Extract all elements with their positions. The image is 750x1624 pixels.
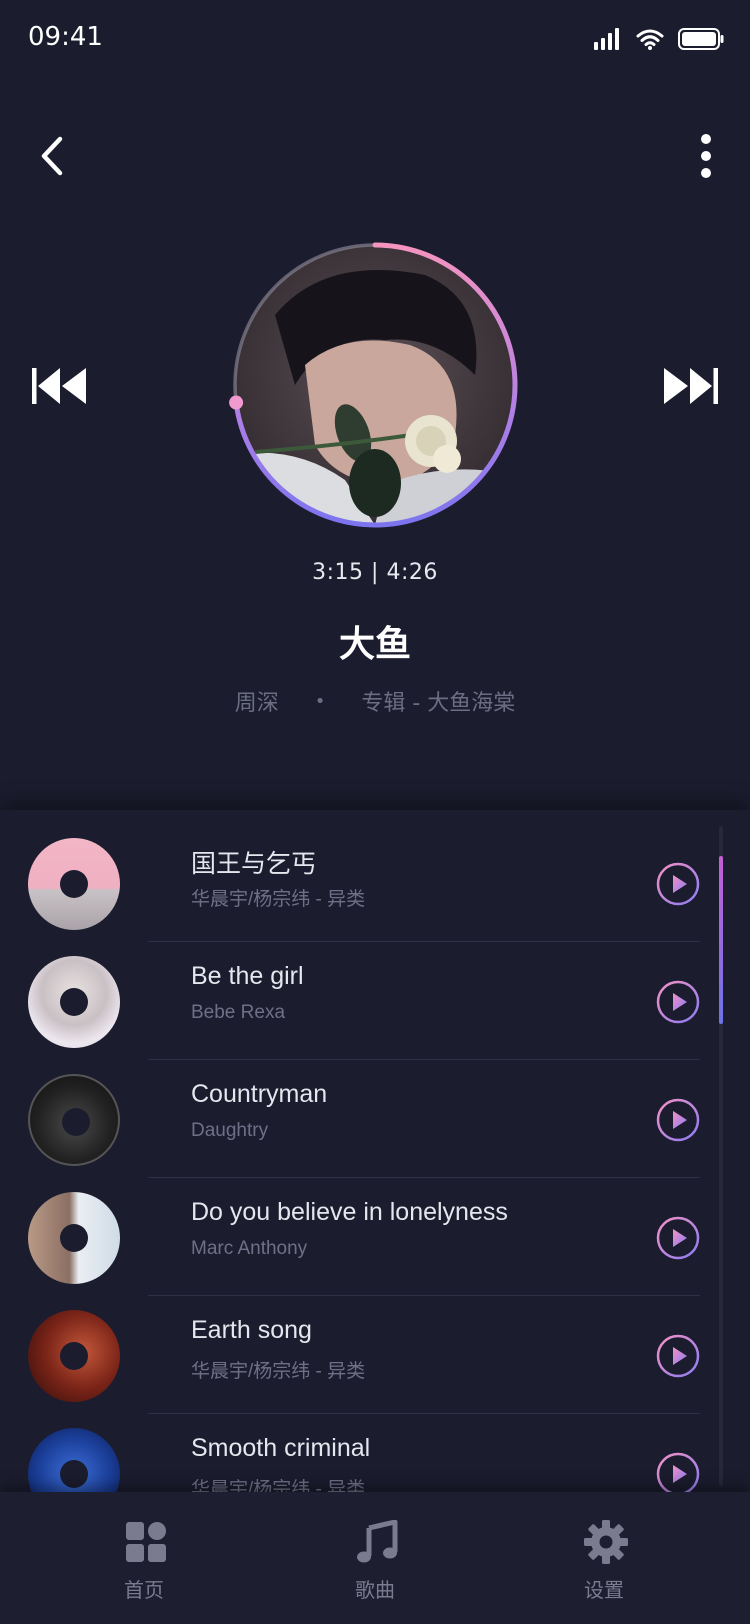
wifi-icon <box>636 29 664 50</box>
status-time: 09:41 <box>28 22 103 52</box>
play-button[interactable] <box>656 980 700 1024</box>
home-grid-icon <box>126 1522 166 1562</box>
play-icon <box>673 1229 687 1247</box>
track-title: 国王与乞丐 <box>191 850 317 878</box>
signal-icon <box>594 28 619 50</box>
tab-label: 首页 <box>124 1578 164 1602</box>
track-title: Earth song <box>191 1316 312 1344</box>
battery-icon <box>678 28 724 50</box>
music-note-icon <box>357 1520 398 1563</box>
track-artist: 华晨宇/杨宗纬 - 异类 <box>191 889 366 910</box>
scrollbar-thumb[interactable] <box>719 856 723 1024</box>
tab-songs[interactable]: 歌曲 <box>305 1520 445 1610</box>
progress-arc <box>233 242 518 528</box>
tab-bar: 首页 歌曲 设置 <box>0 1492 750 1624</box>
play-icon <box>673 993 687 1011</box>
back-button[interactable] <box>30 128 74 184</box>
progress-knob[interactable] <box>229 395 244 410</box>
status-icons <box>594 26 724 52</box>
play-button[interactable] <box>656 1098 700 1142</box>
play-button[interactable] <box>656 1334 700 1378</box>
track-artist: Daughtry <box>191 1120 269 1141</box>
track-artist: 华晨宇/杨宗纬 - 异类 <box>191 1479 366 1492</box>
album-name: 专辑 - 大鱼海棠 <box>361 691 516 716</box>
next-track-button[interactable] <box>658 364 720 408</box>
track-title: Countryman <box>191 1080 328 1108</box>
tab-settings[interactable]: 设置 <box>534 1520 674 1610</box>
song-title: 大鱼 <box>338 624 411 665</box>
song-meta: 周深 • 专辑 - 大鱼海棠 <box>0 685 750 717</box>
play-button[interactable] <box>656 1452 700 1492</box>
play-button[interactable] <box>656 1216 700 1260</box>
track-row[interactable]: Do you believe in lonelyness Marc Anthon… <box>0 1178 750 1296</box>
status-bar: 09:41 <box>0 0 750 80</box>
thumb-hole <box>60 988 88 1016</box>
album-disc <box>227 237 523 533</box>
track-thumbnail <box>28 956 120 1048</box>
track-title: Be the girl <box>191 962 304 990</box>
tab-label: 设置 <box>584 1578 624 1602</box>
more-options-button[interactable] <box>686 126 726 186</box>
more-vertical-icon <box>701 134 711 178</box>
fast-forward-icon <box>664 368 718 404</box>
time-readout: 3:15 | 4:26 <box>312 560 438 585</box>
meta-separator: • <box>314 690 326 712</box>
play-icon <box>673 1347 687 1365</box>
track-row[interactable]: 国王与乞丐 华晨宇/杨宗纬 - 异类 <box>0 824 750 942</box>
track-row[interactable]: Earth song 华晨宇/杨宗纬 - 异类 <box>0 1296 750 1414</box>
track-artist: Bebe Rexa <box>191 1002 286 1023</box>
previous-track-button[interactable] <box>30 364 92 408</box>
thumb-hole <box>62 1108 90 1136</box>
thumb-hole <box>60 1224 88 1252</box>
track-thumbnail <box>28 1074 120 1166</box>
track-artist: Marc Anthony <box>191 1238 308 1259</box>
rewind-icon <box>32 368 86 404</box>
play-icon <box>673 1465 687 1483</box>
play-icon <box>673 875 687 893</box>
track-row[interactable]: Smooth criminal 华晨宇/杨宗纬 - 异类 <box>0 1414 750 1492</box>
track-thumbnail <box>28 838 120 930</box>
thumb-hole <box>60 1342 88 1370</box>
progress-ring[interactable] <box>227 237 523 533</box>
artist-name: 周深 <box>234 691 279 716</box>
track-thumbnail <box>28 1310 120 1402</box>
thumb-hole <box>60 1460 88 1488</box>
thumb-hole <box>60 870 88 898</box>
chevron-left-icon <box>41 136 63 176</box>
track-artist: 华晨宇/杨宗纬 - 异类 <box>191 1361 366 1382</box>
track-thumbnail <box>28 1428 120 1492</box>
player-screen: 09:41 3:15 | 4:26 大鱼 周深 • 专辑 - 大鱼海棠 国王与乞… <box>0 0 750 1624</box>
play-icon <box>673 1111 687 1129</box>
playlist: 国王与乞丐 华晨宇/杨宗纬 - 异类 Be the girl Bebe Rexa <box>0 810 750 1492</box>
tab-home[interactable]: 首页 <box>74 1520 214 1610</box>
track-thumbnail <box>28 1192 120 1284</box>
tab-label: 歌曲 <box>355 1578 395 1602</box>
play-button[interactable] <box>656 862 700 906</box>
track-row[interactable]: Be the girl Bebe Rexa <box>0 942 750 1060</box>
track-title: Do you believe in lonelyness <box>191 1198 508 1226</box>
track-title: Smooth criminal <box>191 1434 371 1462</box>
track-row[interactable]: Countryman Daughtry <box>0 1060 750 1178</box>
gear-icon <box>584 1520 628 1564</box>
